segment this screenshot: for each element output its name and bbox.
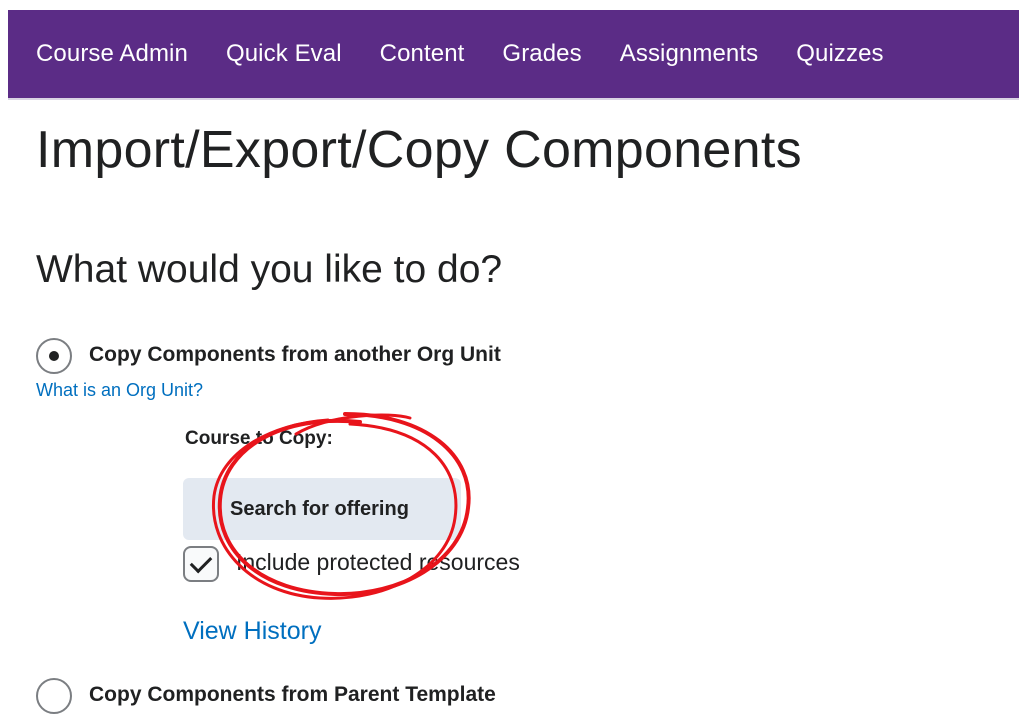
nav-item-quizzes[interactable]: Quizzes	[796, 40, 883, 68]
radio-copy-parent-template[interactable]	[36, 678, 72, 714]
nav-item-content[interactable]: Content	[380, 40, 465, 68]
page-title: Import/Export/Copy Components	[36, 121, 802, 179]
option-label-copy-org-unit: Copy Components from another Org Unit	[89, 343, 501, 366]
option-label-copy-parent-template: Copy Components from Parent Template	[89, 683, 496, 706]
nav-item-assignments[interactable]: Assignments	[620, 40, 759, 68]
course-navbar: Course Admin Quick Eval Content Grades A…	[8, 10, 1019, 98]
radio-copy-org-unit[interactable]	[36, 338, 72, 374]
include-protected-checkbox[interactable]	[183, 546, 219, 582]
include-protected-label: Include protected resources	[236, 549, 520, 575]
navbar-divider	[8, 98, 1019, 100]
search-offering-button[interactable]: Search for offering	[183, 478, 461, 540]
view-history-link[interactable]: View History	[183, 617, 321, 646]
nav-item-grades[interactable]: Grades	[502, 40, 581, 68]
nav-item-course-admin[interactable]: Course Admin	[36, 40, 188, 68]
course-to-copy-label: Course to Copy:	[185, 428, 333, 449]
section-title: What would you like to do?	[36, 248, 503, 291]
help-link-org-unit[interactable]: What is an Org Unit?	[36, 380, 203, 401]
top-strip	[0, 0, 1019, 10]
nav-item-quick-eval[interactable]: Quick Eval	[226, 40, 342, 68]
